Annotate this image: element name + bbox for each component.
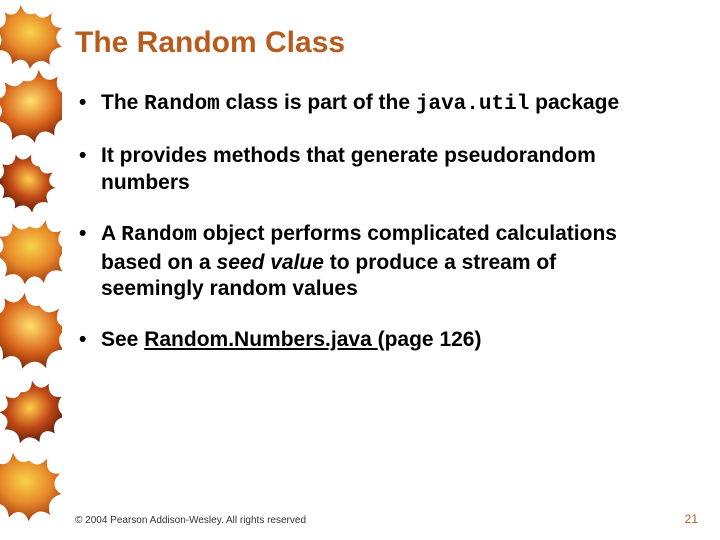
bullet-3: A Random object performs complicated cal… [75,221,650,304]
code-java-util: java.util [416,93,529,116]
slide: The Random Class The Random class is par… [0,0,720,540]
text: (page 126) [378,328,482,351]
code-random: Random [121,224,197,247]
page-number: 21 [685,512,698,526]
bullet-2: It provides methods that generate pseudo… [75,143,650,197]
text: The [101,91,144,114]
text: It provides methods that generate pseudo… [101,144,596,194]
text: See [101,328,144,351]
slide-title: The Random Class [75,26,345,60]
text: package [529,91,619,114]
emphasis-seed-value: seed value [217,251,324,274]
link-random-numbers-java[interactable]: Random.Numbers.java [144,328,377,351]
leaf-decoration [0,0,62,540]
text: class is part of the [220,91,416,114]
bullet-4: See Random.Numbers.java (page 126) [75,327,650,354]
slide-body: The Random class is part of the java.uti… [75,90,650,378]
code-random: Random [144,93,220,116]
text: A [101,222,121,245]
bullet-1: The Random class is part of the java.uti… [75,90,650,119]
copyright: © 2004 Pearson Addison-Wesley. All right… [75,515,306,526]
bullet-list: The Random class is part of the java.uti… [75,90,650,354]
